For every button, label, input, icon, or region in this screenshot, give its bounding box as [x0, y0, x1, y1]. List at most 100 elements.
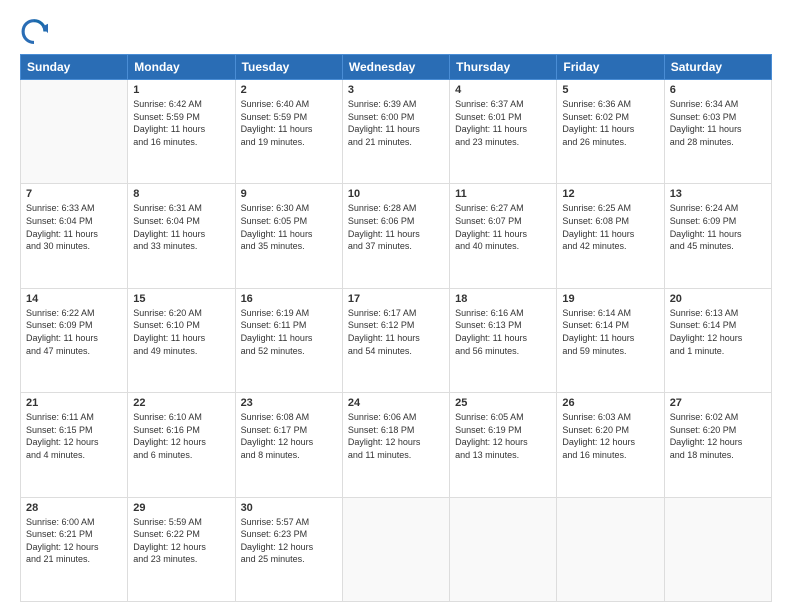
- weekday-sunday: Sunday: [21, 55, 128, 80]
- day-number: 20: [670, 293, 766, 305]
- day-detail: Sunrise: 6:02 AM Sunset: 6:20 PM Dayligh…: [670, 411, 766, 461]
- day-detail: Sunrise: 6:06 AM Sunset: 6:18 PM Dayligh…: [348, 411, 444, 461]
- calendar-cell: 29 Sunrise: 5:59 AM Sunset: 6:22 PM Dayli…: [128, 497, 235, 601]
- calendar-week-3: 21 Sunrise: 6:11 AM Sunset: 6:15 PM Dayli…: [21, 393, 772, 497]
- calendar-cell: 4 Sunrise: 6:37 AM Sunset: 6:01 PM Daylig…: [450, 80, 557, 184]
- day-detail: Sunrise: 6:14 AM Sunset: 6:14 PM Dayligh…: [562, 307, 658, 357]
- calendar-cell: 19Sunrise: 6:14 AM Sunset: 6:14 PM Dayli…: [557, 288, 664, 392]
- calendar-cell: 18Sunrise: 6:16 AM Sunset: 6:13 PM Dayli…: [450, 288, 557, 392]
- calendar-cell: 12 Sunrise: 6:25 AM Sunset: 6:08 PM Dayli…: [557, 184, 664, 288]
- day-detail: Sunrise: 5:59 AM Sunset: 6:22 PM Dayligh…: [133, 516, 229, 566]
- weekday-friday: Friday: [557, 55, 664, 80]
- day-detail: Sunrise: 6:11 AM Sunset: 6:15 PM Dayligh…: [26, 411, 122, 461]
- day-detail: Sunrise: 6:27 AM Sunset: 6:07 PM Dayligh…: [455, 202, 551, 252]
- weekday-wednesday: Wednesday: [342, 55, 449, 80]
- day-number: 16: [241, 293, 337, 305]
- day-detail: Sunrise: 6:31 AM Sunset: 6:04 PM Dayligh…: [133, 202, 229, 252]
- calendar-cell: 1 Sunrise: 6:42 AM Sunset: 5:59 PM Daylig…: [128, 80, 235, 184]
- calendar-table: SundayMondayTuesdayWednesdayThursdayFrid…: [20, 54, 772, 602]
- calendar-cell: 11 Sunrise: 6:27 AM Sunset: 6:07 PM Dayli…: [450, 184, 557, 288]
- day-number: 10: [348, 188, 444, 200]
- day-detail: Sunrise: 6:37 AM Sunset: 6:01 PM Dayligh…: [455, 98, 551, 148]
- day-detail: Sunrise: 6:00 AM Sunset: 6:21 PM Dayligh…: [26, 516, 122, 566]
- calendar-cell: [342, 497, 449, 601]
- day-number: 26: [562, 397, 658, 409]
- calendar-cell: 2 Sunrise: 6:40 AM Sunset: 5:59 PM Daylig…: [235, 80, 342, 184]
- weekday-tuesday: Tuesday: [235, 55, 342, 80]
- day-number: 3: [348, 84, 444, 96]
- calendar-cell: [664, 497, 771, 601]
- day-number: 13: [670, 188, 766, 200]
- day-number: 12: [562, 188, 658, 200]
- calendar-cell: 28Sunrise: 6:00 AM Sunset: 6:21 PM Dayli…: [21, 497, 128, 601]
- day-number: 5: [562, 84, 658, 96]
- calendar-cell: 5 Sunrise: 6:36 AM Sunset: 6:02 PM Daylig…: [557, 80, 664, 184]
- day-number: 21: [26, 397, 122, 409]
- calendar-cell: 8 Sunrise: 6:31 AM Sunset: 6:04 PM Daylig…: [128, 184, 235, 288]
- day-number: 29: [133, 502, 229, 514]
- day-detail: Sunrise: 6:19 AM Sunset: 6:11 PM Dayligh…: [241, 307, 337, 357]
- day-number: 11: [455, 188, 551, 200]
- calendar-cell: 14Sunrise: 6:22 AM Sunset: 6:09 PM Dayli…: [21, 288, 128, 392]
- day-detail: Sunrise: 6:20 AM Sunset: 6:10 PM Dayligh…: [133, 307, 229, 357]
- day-number: 7: [26, 188, 122, 200]
- calendar-cell: 27 Sunrise: 6:02 AM Sunset: 6:20 PM Dayli…: [664, 393, 771, 497]
- calendar-cell: 26 Sunrise: 6:03 AM Sunset: 6:20 PM Dayli…: [557, 393, 664, 497]
- calendar-cell: 6 Sunrise: 6:34 AM Sunset: 6:03 PM Daylig…: [664, 80, 771, 184]
- day-number: 15: [133, 293, 229, 305]
- calendar-cell: 3 Sunrise: 6:39 AM Sunset: 6:00 PM Daylig…: [342, 80, 449, 184]
- day-number: 27: [670, 397, 766, 409]
- header: [20, 16, 772, 44]
- calendar-cell: 23 Sunrise: 6:08 AM Sunset: 6:17 PM Dayli…: [235, 393, 342, 497]
- day-detail: Sunrise: 6:33 AM Sunset: 6:04 PM Dayligh…: [26, 202, 122, 252]
- day-number: 14: [26, 293, 122, 305]
- day-detail: Sunrise: 6:36 AM Sunset: 6:02 PM Dayligh…: [562, 98, 658, 148]
- calendar-week-2: 14Sunrise: 6:22 AM Sunset: 6:09 PM Dayli…: [21, 288, 772, 392]
- day-detail: Sunrise: 6:42 AM Sunset: 5:59 PM Dayligh…: [133, 98, 229, 148]
- weekday-monday: Monday: [128, 55, 235, 80]
- day-detail: Sunrise: 6:05 AM Sunset: 6:19 PM Dayligh…: [455, 411, 551, 461]
- calendar-cell: [21, 80, 128, 184]
- calendar-week-0: 1 Sunrise: 6:42 AM Sunset: 5:59 PM Daylig…: [21, 80, 772, 184]
- day-number: 4: [455, 84, 551, 96]
- calendar-cell: 22 Sunrise: 6:10 AM Sunset: 6:16 PM Dayli…: [128, 393, 235, 497]
- logo: [20, 16, 52, 44]
- day-detail: Sunrise: 6:30 AM Sunset: 6:05 PM Dayligh…: [241, 202, 337, 252]
- calendar-week-1: 7 Sunrise: 6:33 AM Sunset: 6:04 PM Daylig…: [21, 184, 772, 288]
- day-detail: Sunrise: 6:28 AM Sunset: 6:06 PM Dayligh…: [348, 202, 444, 252]
- day-detail: Sunrise: 6:03 AM Sunset: 6:20 PM Dayligh…: [562, 411, 658, 461]
- calendar-cell: 13 Sunrise: 6:24 AM Sunset: 6:09 PM Dayli…: [664, 184, 771, 288]
- day-detail: Sunrise: 5:57 AM Sunset: 6:23 PM Dayligh…: [241, 516, 337, 566]
- calendar-cell: [557, 497, 664, 601]
- day-number: 30: [241, 502, 337, 514]
- calendar-cell: 16 Sunrise: 6:19 AM Sunset: 6:11 PM Dayli…: [235, 288, 342, 392]
- day-detail: Sunrise: 6:24 AM Sunset: 6:09 PM Dayligh…: [670, 202, 766, 252]
- day-detail: Sunrise: 6:17 AM Sunset: 6:12 PM Dayligh…: [348, 307, 444, 357]
- day-number: 1: [133, 84, 229, 96]
- calendar-cell: [450, 497, 557, 601]
- calendar-cell: 21 Sunrise: 6:11 AM Sunset: 6:15 PM Dayli…: [21, 393, 128, 497]
- day-detail: Sunrise: 6:25 AM Sunset: 6:08 PM Dayligh…: [562, 202, 658, 252]
- calendar-cell: 24Sunrise: 6:06 AM Sunset: 6:18 PM Dayli…: [342, 393, 449, 497]
- day-number: 6: [670, 84, 766, 96]
- day-number: 22: [133, 397, 229, 409]
- calendar-cell: 10 Sunrise: 6:28 AM Sunset: 6:06 PM Dayli…: [342, 184, 449, 288]
- day-detail: Sunrise: 6:08 AM Sunset: 6:17 PM Dayligh…: [241, 411, 337, 461]
- day-number: 25: [455, 397, 551, 409]
- day-detail: Sunrise: 6:34 AM Sunset: 6:03 PM Dayligh…: [670, 98, 766, 148]
- day-number: 23: [241, 397, 337, 409]
- weekday-saturday: Saturday: [664, 55, 771, 80]
- day-detail: Sunrise: 6:40 AM Sunset: 5:59 PM Dayligh…: [241, 98, 337, 148]
- day-number: 17: [348, 293, 444, 305]
- day-detail: Sunrise: 6:39 AM Sunset: 6:00 PM Dayligh…: [348, 98, 444, 148]
- day-detail: Sunrise: 6:10 AM Sunset: 6:16 PM Dayligh…: [133, 411, 229, 461]
- calendar-cell: 7 Sunrise: 6:33 AM Sunset: 6:04 PM Daylig…: [21, 184, 128, 288]
- weekday-header-row: SundayMondayTuesdayWednesdayThursdayFrid…: [21, 55, 772, 80]
- day-detail: Sunrise: 6:13 AM Sunset: 6:14 PM Dayligh…: [670, 307, 766, 357]
- day-detail: Sunrise: 6:16 AM Sunset: 6:13 PM Dayligh…: [455, 307, 551, 357]
- calendar-cell: 17 Sunrise: 6:17 AM Sunset: 6:12 PM Dayli…: [342, 288, 449, 392]
- day-number: 8: [133, 188, 229, 200]
- calendar-week-4: 28Sunrise: 6:00 AM Sunset: 6:21 PM Dayli…: [21, 497, 772, 601]
- day-number: 2: [241, 84, 337, 96]
- weekday-thursday: Thursday: [450, 55, 557, 80]
